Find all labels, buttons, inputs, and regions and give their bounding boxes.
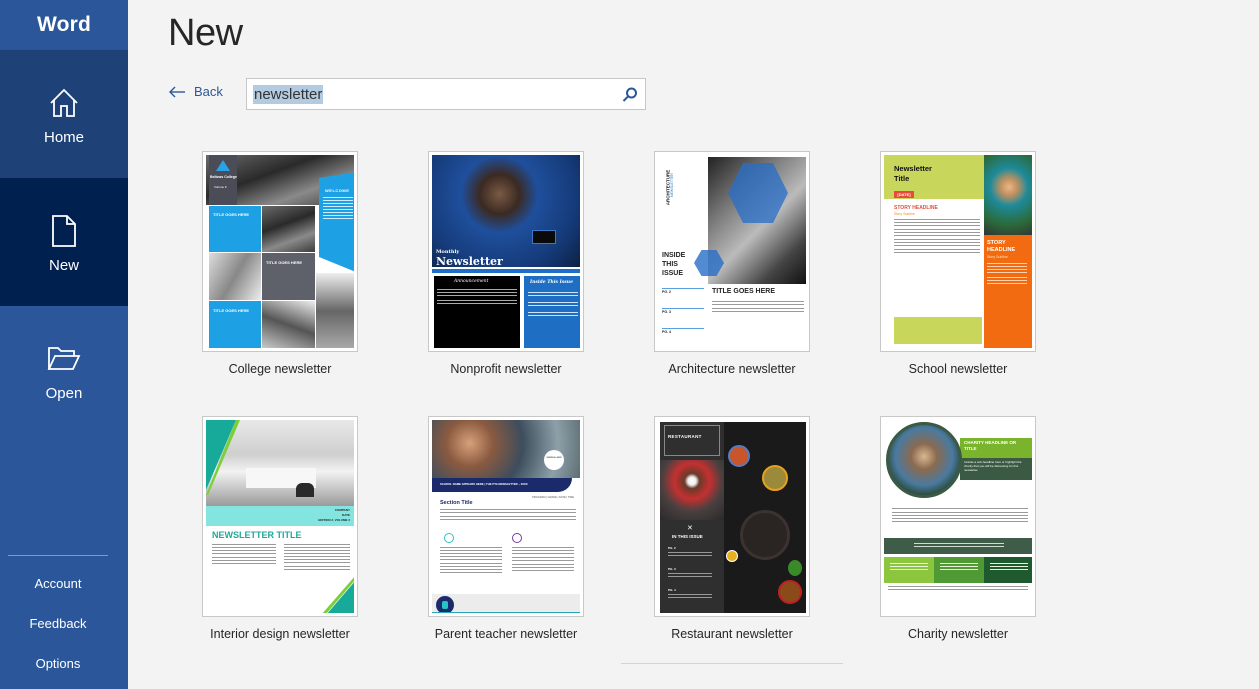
search-selected-text: newsletter: [253, 85, 324, 104]
preview-right-heading: Inside This Issue: [530, 280, 573, 285]
preview-meta: PROGRAM | GRADE | DATE | TIME: [532, 496, 574, 499]
preview-company: COMPANY: [334, 508, 350, 512]
template-caption[interactable]: Architecture newsletter: [654, 362, 810, 376]
open-folder-icon: [44, 339, 84, 379]
template-restaurant-newsletter[interactable]: RESTAURANT ✕ IN THIS ISSUE PG. 2 PG. 3 P…: [654, 416, 810, 641]
preview-inside-heading: INSIDE THIS ISSUE: [662, 252, 686, 277]
search-icon[interactable]: [621, 86, 639, 104]
sidebar-divider: [8, 555, 108, 556]
template-thumbnail[interactable]: SCHOOL LOGO SCHOOL NAME APPEARS HERE | T…: [428, 416, 584, 617]
template-search-box[interactable]: newsletter: [246, 78, 646, 110]
template-caption[interactable]: Parent teacher newsletter: [428, 627, 584, 641]
template-caption[interactable]: Charity newsletter: [880, 627, 1036, 641]
sidebar-item-label: Home: [43, 128, 84, 146]
page-title: New: [168, 12, 243, 54]
preview-side-subline: Story Subline: [987, 255, 1008, 259]
preview-page: PG. 2: [668, 546, 676, 550]
template-thumbnail[interactable]: Newsletter Title [DATE] STORY HEADLINE S…: [880, 151, 1036, 352]
sidebar-item-new[interactable]: New: [0, 178, 128, 306]
sidebar-item-account[interactable]: Account: [0, 563, 116, 603]
preview-logo: SCHOOL LOGO: [546, 457, 562, 459]
preview-page: PG. 3: [668, 567, 676, 571]
sidebar-item-label: New: [48, 256, 79, 274]
template-college-newsletter[interactable]: Bellows College Volume # WELCOME TITLE G…: [202, 151, 358, 376]
preview-title-3: TITLE GOES HERE: [213, 308, 250, 313]
template-caption[interactable]: Interior design newsletter: [202, 627, 358, 641]
sidebar-item-feedback[interactable]: Feedback: [0, 603, 116, 643]
template-caption[interactable]: Nonprofit newsletter: [428, 362, 584, 376]
preview-headline: CHARITY HEADLINE OR TITLE: [964, 440, 1017, 451]
template-thumbnail[interactable]: RESTAURANT ✕ IN THIS ISSUE PG. 2 PG. 3 P…: [654, 416, 810, 617]
app-title: Word: [36, 13, 92, 36]
preview-headline: STORY HEADLINE: [894, 205, 938, 211]
template-thumbnail[interactable]: Monthly Newsletter Announcement Inside T…: [428, 151, 584, 352]
preview-school-name: Bellows College: [210, 175, 237, 179]
preview-volume: Volume #: [214, 185, 227, 189]
template-charity-newsletter[interactable]: CHARITY HEADLINE OR TITLE Include a sub-…: [880, 416, 1036, 641]
back-arrow-icon: [169, 86, 185, 97]
preview-title-1: TITLE GOES HERE: [213, 212, 250, 217]
preview-page: PG. 4: [668, 588, 676, 592]
sidebar-item-options[interactable]: Options: [0, 643, 116, 683]
preview-vertical-sub: NEWSLETTER: [669, 173, 674, 197]
preview-banner: SCHOOL NAME APPEARS HERE | THE PTA NEWSL…: [440, 482, 528, 486]
template-nonprofit-newsletter[interactable]: Monthly Newsletter Announcement Inside T…: [428, 151, 584, 376]
preview-title: Newsletter: [436, 255, 503, 268]
template-interior-design-newsletter[interactable]: COMPANY DATE EDITION #, VOLUME # NEWSLET…: [202, 416, 358, 641]
template-caption[interactable]: Restaurant newsletter: [654, 627, 810, 641]
preview-page: PG. 4: [662, 330, 671, 334]
preview-edition: EDITION #, VOLUME #: [318, 518, 350, 522]
sidebar-item-open[interactable]: Open: [0, 306, 128, 434]
template-parent-teacher-newsletter[interactable]: SCHOOL LOGO SCHOOL NAME APPEARS HERE | T…: [428, 416, 584, 641]
template-thumbnail[interactable]: Bellows College Volume # WELCOME TITLE G…: [202, 151, 358, 352]
preview-title: Newsletter Title: [894, 164, 932, 183]
preview-sub: Include a sub-headline here or highlight…: [964, 460, 1022, 472]
template-thumbnail[interactable]: ARCHITECTURE NEWSLETTER INSIDE THIS ISSU…: [654, 151, 810, 352]
template-caption[interactable]: College newsletter: [202, 362, 358, 376]
utensils-icon: ✕: [687, 525, 693, 532]
preview-section-title: Section Title: [440, 500, 473, 506]
template-school-newsletter[interactable]: Newsletter Title [DATE] STORY HEADLINE S…: [880, 151, 1036, 376]
preview-headline: TITLE GOES HERE: [712, 288, 776, 295]
template-thumbnail[interactable]: CHARITY HEADLINE OR TITLE Include a sub-…: [880, 416, 1036, 617]
sidebar-item-label: Open: [45, 384, 83, 402]
template-caption[interactable]: School newsletter: [880, 362, 1036, 376]
preview-brand: RESTAURANT: [668, 434, 702, 439]
template-architecture-newsletter[interactable]: ARCHITECTURE NEWSLETTER INSIDE THIS ISSU…: [654, 151, 810, 376]
backstage-sidebar: Word Home New Open Account Feedback Opti…: [0, 0, 128, 689]
preview-welcome: WELCOME: [325, 188, 350, 193]
home-icon: [44, 83, 84, 123]
preview-left-heading: Announcement: [454, 279, 489, 284]
sidebar-item-home[interactable]: Home: [0, 50, 128, 178]
preview-page: PG. 2: [662, 290, 671, 294]
preview-title-2: TITLE GOES HERE: [266, 260, 303, 265]
preview-title: NEWSLETTER TITLE: [212, 530, 302, 540]
preview-date: DATE: [342, 513, 350, 517]
preview-inside-heading: IN THIS ISSUE: [672, 534, 703, 539]
preview-side-headline: STORY HEADLINE: [987, 240, 1016, 253]
template-thumbnail[interactable]: COMPANY DATE EDITION #, VOLUME # NEWSLET…: [202, 416, 358, 617]
back-button[interactable]: Back: [168, 84, 223, 99]
back-label: Back: [194, 84, 223, 99]
loading-divider: [621, 663, 843, 664]
preview-subline: Story Subline: [894, 212, 915, 216]
preview-date: [DATE]: [894, 191, 914, 198]
preview-page: PG. 3: [662, 310, 671, 314]
new-document-icon: [44, 211, 84, 251]
